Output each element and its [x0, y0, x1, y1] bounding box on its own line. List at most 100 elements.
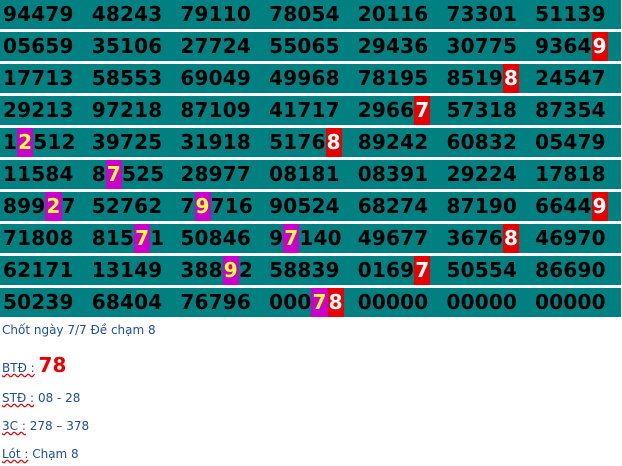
number-cell: 27724	[177, 32, 266, 61]
digit: 0	[208, 66, 223, 90]
digit: 0	[446, 290, 461, 314]
digit: 2	[17, 258, 32, 282]
highlighted-digit: 8	[325, 128, 342, 157]
digit: 1	[45, 66, 60, 90]
digit: 0	[134, 34, 149, 58]
digit: 6	[446, 130, 461, 154]
digit: 7	[549, 98, 564, 122]
digit: 8	[297, 258, 312, 282]
digit: 2	[105, 194, 120, 218]
digit: 1	[105, 226, 120, 250]
digit: 5	[446, 258, 461, 282]
digit: 9	[236, 66, 251, 90]
digit: 8	[3, 194, 18, 218]
digit: 6	[3, 258, 18, 282]
digit: 2	[311, 194, 326, 218]
digit: 8	[311, 162, 326, 186]
digit: 4	[325, 194, 340, 218]
digit: 3	[563, 98, 578, 122]
digit: 0	[283, 290, 298, 314]
digit: 8	[180, 98, 195, 122]
number-cell: 39725	[89, 128, 178, 157]
digit: 1	[299, 226, 314, 250]
digit: 7	[591, 66, 606, 90]
digit: 8	[148, 98, 163, 122]
digit: 2	[502, 130, 518, 154]
digit: 4	[134, 2, 149, 26]
number-cell: 11584	[0, 160, 89, 189]
digit: 8	[45, 162, 60, 186]
digit: 0	[134, 290, 149, 314]
number-cell: 71808	[0, 224, 89, 253]
number-cell: 29436	[355, 32, 444, 61]
number-cell: 58839	[266, 256, 355, 285]
digit: 9	[236, 98, 251, 122]
digit: 0	[269, 162, 284, 186]
digit: 6	[549, 226, 564, 250]
digit: 4	[222, 226, 237, 250]
digit: 4	[563, 194, 578, 218]
digit: 9	[194, 66, 209, 90]
digit: 5	[17, 34, 32, 58]
digit: 9	[488, 66, 503, 90]
digit: 1	[297, 162, 312, 186]
digit: 4	[59, 162, 74, 186]
digit: 6	[414, 2, 429, 26]
digit: 5	[535, 2, 550, 26]
digit: 4	[502, 162, 518, 186]
digit: 7	[45, 2, 60, 26]
digit: 5	[269, 130, 284, 154]
number-cell: 30775	[443, 32, 532, 61]
digit: 5	[150, 162, 165, 186]
digit: 4	[31, 2, 46, 26]
number-cell: 68274	[355, 192, 444, 221]
digit: 5	[549, 130, 564, 154]
digit: 1	[45, 98, 60, 122]
digit: 1	[224, 194, 239, 218]
digit: 5	[460, 66, 475, 90]
digit: 7	[357, 66, 372, 90]
digit: 8	[371, 194, 386, 218]
digit: 8	[535, 258, 550, 282]
digit: 9	[371, 130, 386, 154]
number-cell: 78054	[266, 0, 355, 29]
digit: 4	[269, 98, 284, 122]
digit: 4	[400, 130, 415, 154]
digit: 2	[119, 98, 135, 122]
grid-row: 17713 58553 69049 49968 78195 85198 24547	[0, 64, 621, 96]
note-std: STĐ : 08 - 28	[2, 391, 80, 405]
digit: 6	[549, 194, 564, 218]
digit: 0	[535, 130, 550, 154]
digit: 2	[386, 194, 401, 218]
digit: 5	[269, 34, 284, 58]
number-cell: 87525	[89, 160, 178, 189]
number-cell: 81571	[89, 224, 178, 253]
digit: 4	[91, 2, 106, 26]
digit: 1	[91, 258, 106, 282]
number-cell: 28977	[177, 160, 266, 189]
digit: 7	[180, 194, 195, 218]
note-3c-value: 278 – 378	[29, 419, 90, 433]
digit: 8	[283, 162, 298, 186]
number-cell: 60832	[443, 128, 532, 157]
digit: 0	[591, 258, 606, 282]
digit: 1	[325, 162, 340, 186]
highlighted-digit: 8	[327, 288, 344, 317]
digit: 4	[269, 66, 284, 90]
digit: 7	[208, 34, 223, 58]
digit: 6	[386, 98, 401, 122]
digit: 9	[31, 194, 46, 218]
digit: 1	[3, 66, 18, 90]
digit: 2	[474, 162, 489, 186]
digit: 1	[311, 98, 326, 122]
digit: 2	[148, 194, 163, 218]
digit: 6	[236, 226, 251, 250]
digit: 7	[45, 258, 60, 282]
number-cell: 31918	[177, 128, 266, 157]
note-std-value: 08 - 28	[37, 391, 81, 405]
digit: 5	[269, 258, 284, 282]
digit: 0	[488, 290, 503, 314]
digit: 7	[325, 98, 340, 122]
digit: 8	[535, 98, 550, 122]
digit: 1	[47, 130, 62, 154]
